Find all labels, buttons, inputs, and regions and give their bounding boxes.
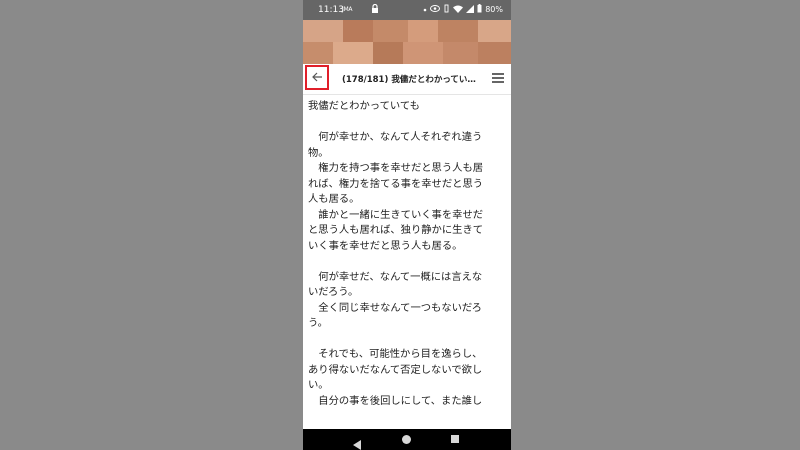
status-time: 11:13 (318, 5, 344, 15)
wifi-icon (453, 5, 464, 15)
nav-home-icon[interactable] (402, 435, 411, 444)
lock-icon (371, 3, 379, 16)
menu-icon[interactable] (492, 73, 504, 83)
content-line: いだろう。 (308, 286, 359, 298)
content-line: い。 (308, 379, 329, 391)
content-line: う。 (308, 317, 328, 329)
status-icons: 80% (423, 4, 503, 15)
phone-screen: 11:13 JMA 80% (178/181) 我儘だとわかってい… 我儘だとわ… (303, 0, 511, 450)
app-bar: (178/181) 我儘だとわかってい… (303, 64, 511, 95)
back-button[interactable] (305, 65, 329, 90)
system-nav-bar (303, 429, 511, 450)
content-line: いく事を幸せだと思う人も居る。 (308, 239, 463, 252)
status-notification-label: JMA (342, 6, 353, 13)
content-line: と思う人も居れば、独り静かに生きて (308, 224, 484, 236)
content-line: 人も居る。 (308, 193, 360, 205)
content-line: 自分の事を後回しにして、また誰し (308, 394, 483, 407)
content-line: 物。 (308, 146, 329, 159)
content-line (308, 115, 508, 131)
chapter-title: (178/181) 我儘だとわかってい… (342, 75, 476, 85)
battery-icon (477, 4, 482, 15)
content-line (308, 254, 508, 270)
status-bar: 11:13 JMA 80% (303, 0, 511, 20)
arrow-left-icon (311, 68, 323, 87)
banner-image-pixelated (303, 20, 511, 64)
content-line: あり得ないだなんて否定しないで欲し (308, 363, 483, 376)
content-line: 何が幸せか、なんて人それぞれ違う (308, 131, 483, 143)
eye-icon (430, 5, 441, 14)
content-line: れば、権力を捨てる事を幸せだと思う (308, 177, 484, 190)
nav-recents-icon[interactable] (451, 435, 459, 443)
reading-content: 我儘だとわかっていても 何が幸せか、なんて人それぞれ違う 物。 権力を持つ事を幸せ… (308, 99, 508, 429)
dot-icon (423, 5, 427, 14)
vibrate-icon (443, 4, 450, 15)
content-line: 権力を持つ事を幸せだと思う人も居 (308, 162, 484, 174)
content-line: 全く同じ幸せなんて一つもないだろ (308, 301, 482, 314)
content-line: それでも、可能性から目を逸らし、 (308, 348, 483, 360)
battery-percent: 80% (485, 5, 503, 14)
content-line (308, 332, 508, 348)
nav-back-icon[interactable] (353, 435, 362, 450)
content-line: 何が幸せだ、なんて一概には言えな (308, 270, 483, 283)
content-line: 我儘だとわかっていても (308, 100, 420, 112)
content-line: 誰かと一緒に生きていく事を幸せだ (308, 208, 484, 221)
signal-icon (466, 4, 475, 15)
